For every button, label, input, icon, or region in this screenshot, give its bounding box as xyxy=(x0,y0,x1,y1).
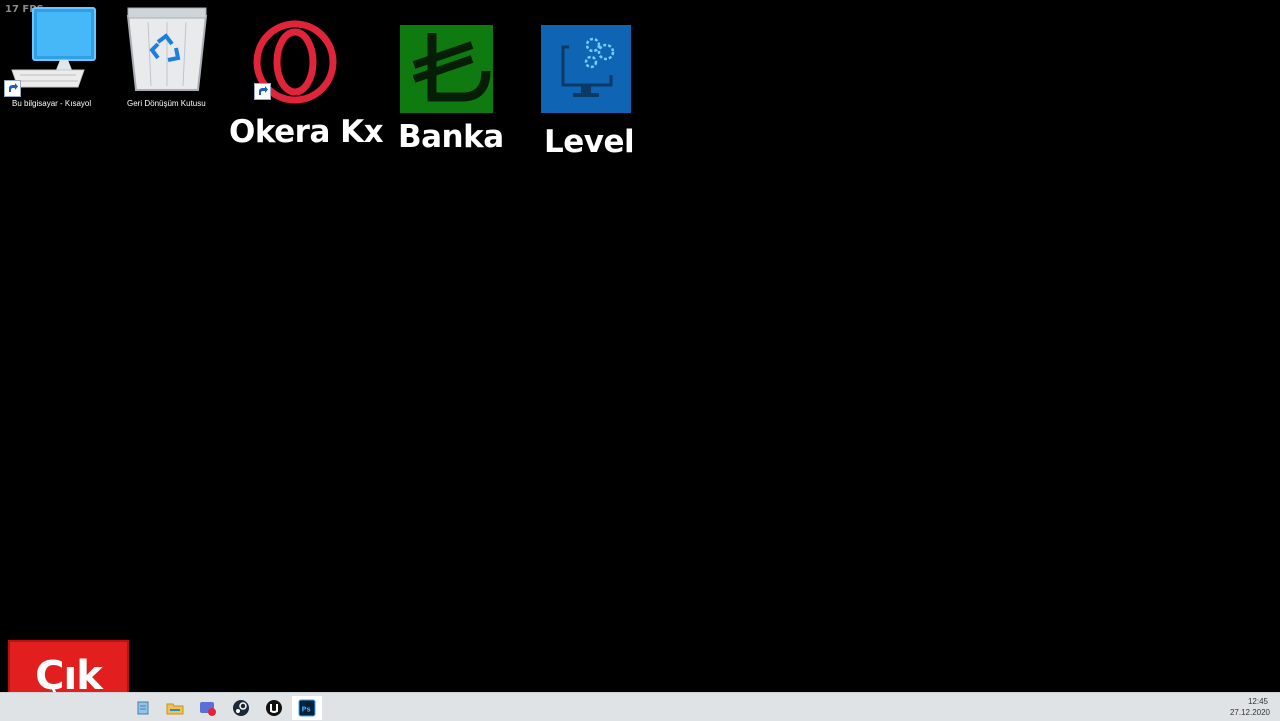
folder-icon xyxy=(166,703,184,715)
taskbar-app-unreal[interactable] xyxy=(259,696,289,720)
taskbar-app-steam[interactable] xyxy=(226,696,256,720)
desktop-icon-label: Geri Dönüşüm Kutusu xyxy=(127,99,206,108)
settings-monitor-icon xyxy=(541,25,631,113)
tray-clock-date[interactable]: 27.12.2020 xyxy=(1230,708,1270,717)
desktop-icon-okera-kx[interactable]: Okera Kx xyxy=(225,20,384,155)
taskbar-app-file-explorer[interactable] xyxy=(160,696,190,720)
desktop-icon-label: Bu bilgisayar - Kısayol xyxy=(12,99,92,108)
desktop-icon-recycle-bin[interactable]: Geri Dönüşüm Kutusu xyxy=(120,0,215,115)
taskbar-app-mail[interactable] xyxy=(193,696,223,720)
taskbar: Ps 12:45 27.12.2020 xyxy=(0,692,1280,721)
desktop-icon-level[interactable]: Level xyxy=(535,25,640,165)
desktop-icon-label: Banka xyxy=(398,119,504,155)
desktop-icon-label: Okera Kx xyxy=(229,114,384,150)
shortcut-arrow-icon xyxy=(4,80,21,97)
mail-app-icon xyxy=(200,702,216,716)
svg-text:Ps: Ps xyxy=(302,706,311,714)
desktop-icon-label: Level xyxy=(544,124,635,160)
recycle-bin-icon xyxy=(126,7,208,91)
file-icon xyxy=(137,701,149,715)
shortcut-arrow-icon xyxy=(254,83,271,100)
tray-clock-time[interactable]: 12:45 xyxy=(1248,697,1268,706)
desktop-icon-banka[interactable]: Banka xyxy=(395,25,504,160)
lira-currency-icon xyxy=(400,25,493,113)
steam-icon xyxy=(233,700,249,716)
taskbar-app-file[interactable] xyxy=(128,696,158,720)
unreal-engine-icon xyxy=(266,700,282,716)
taskbar-app-photoshop[interactable]: Ps xyxy=(292,696,322,720)
photoshop-icon: Ps xyxy=(298,699,316,717)
desktop-icon-this-pc[interactable]: Bu bilgisayar - Kısayol xyxy=(0,0,100,115)
